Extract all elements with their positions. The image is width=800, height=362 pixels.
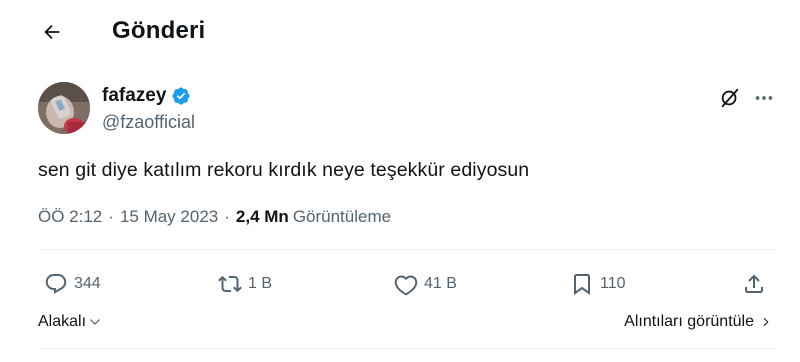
post-date[interactable]: 15 May 2023	[120, 207, 218, 227]
repost-count: 1 B	[248, 275, 273, 292]
reply-count: 344	[74, 275, 101, 292]
back-button[interactable]	[36, 16, 68, 48]
author-handle[interactable]: @fzaofficial	[102, 112, 195, 133]
chevron-right-icon	[763, 317, 769, 327]
views-count: 2,4 Mn	[235, 207, 289, 226]
like-count: 41 B	[424, 275, 457, 292]
heart-icon	[394, 275, 418, 296]
grok-button[interactable]	[718, 86, 742, 110]
quotes-label: Alıntıları görüntüle	[624, 313, 754, 330]
meta-separator: ·	[224, 207, 230, 226]
grok-icon	[721, 88, 739, 108]
repost-icon	[218, 275, 242, 293]
post-meta: ÖÖ 2:12 · 15 May 2023 · 2,4 Mn Görüntüle…	[38, 207, 391, 227]
sort-label: Alakalı	[38, 313, 87, 330]
like-button[interactable]: 41 B	[394, 268, 457, 300]
bookmark-count: 110	[600, 275, 626, 292]
sort-dropdown[interactable]: Alakalı	[38, 313, 102, 331]
post-text: sen git diye katılım rekoru kırdık neye …	[38, 159, 530, 181]
views-label: Görüntüleme	[292, 207, 392, 226]
verified-badge-icon	[171, 86, 191, 106]
post-footer: Alakalı Alıntıları görüntüle	[0, 313, 800, 337]
bookmark-button[interactable]: 110	[570, 268, 626, 300]
reply-icon	[45, 274, 67, 294]
ellipsis-icon	[755, 96, 773, 100]
arrow-left-icon	[44, 24, 60, 40]
view-quotes-link[interactable]: Alıntıları görüntüle	[624, 313, 772, 331]
action-bar: 344 1 B 41 B 110	[0, 268, 800, 300]
share-icon	[745, 274, 763, 293]
divider	[38, 249, 776, 250]
author-info: fafazey @fzaofficial	[102, 84, 195, 133]
bookmark-icon	[574, 274, 590, 295]
page-title: Gönderi	[112, 17, 206, 44]
post-time[interactable]: ÖÖ 2:12	[38, 207, 102, 227]
author-display-name[interactable]: fafazey	[102, 85, 166, 107]
reply-button[interactable]: 344	[44, 268, 101, 300]
top-bar: Gönderi	[0, 0, 800, 64]
avatar-image	[38, 82, 90, 134]
avatar[interactable]	[38, 82, 90, 134]
meta-separator: ·	[108, 207, 114, 226]
divider	[38, 348, 776, 349]
more-options-button[interactable]	[752, 86, 776, 110]
chevron-down-icon	[90, 319, 100, 325]
share-button[interactable]	[742, 268, 766, 300]
repost-button[interactable]: 1 B	[218, 268, 272, 300]
